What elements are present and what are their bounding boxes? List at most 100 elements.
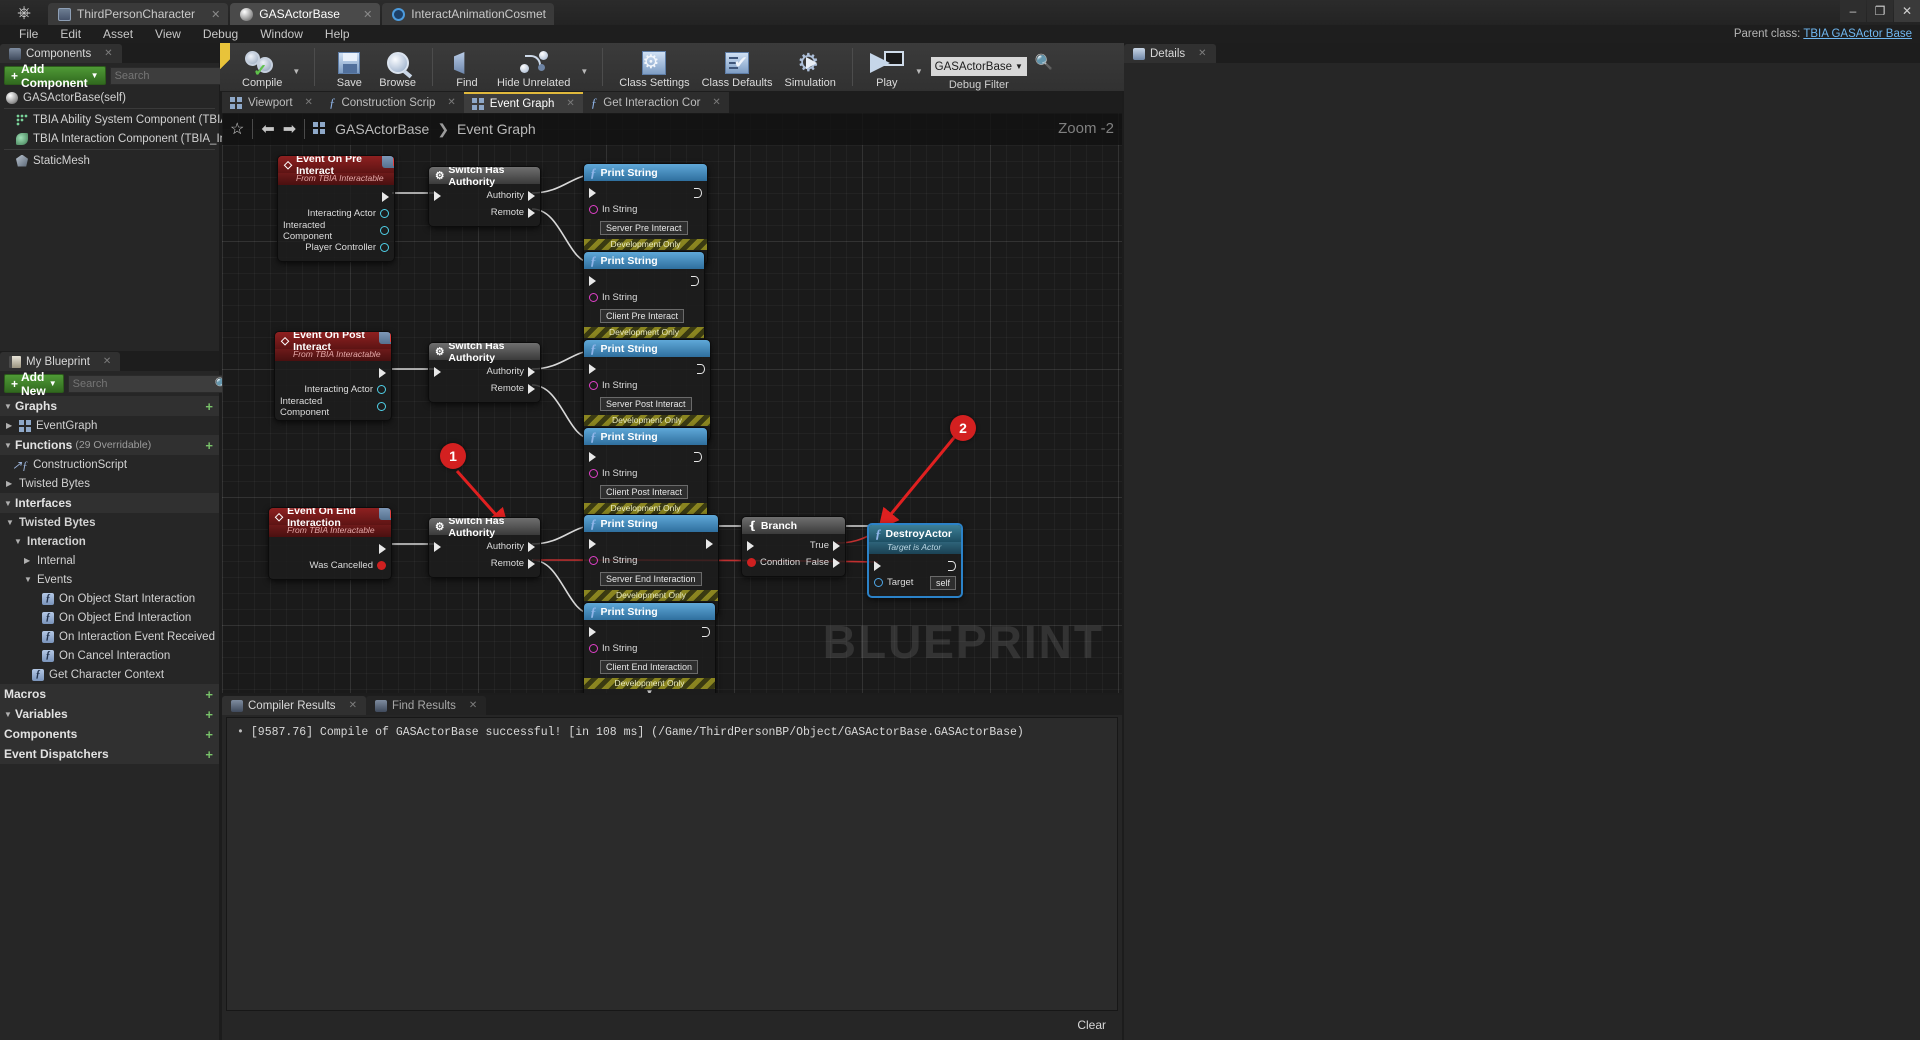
class-settings-button[interactable]: Class Settings — [613, 45, 695, 91]
pin-interacted-component[interactable]: Interacted Component — [278, 220, 394, 242]
section-interfaces[interactable]: ▼ Interfaces — [0, 493, 219, 513]
component-row-ability-system[interactable]: TBIA Ability System Component (TBIA_Ab — [0, 110, 248, 129]
pin-in-string[interactable]: In String — [584, 377, 710, 394]
asset-tab-interact-animation-cosmetic[interactable]: InteractAnimationCosmet — [382, 3, 555, 25]
asset-tab-gas-actor-base[interactable]: GASActorBase ✕ — [230, 3, 381, 25]
exec-in-pin[interactable] — [434, 541, 441, 552]
node-branch[interactable]: ❴ Branch True Condition False — [741, 516, 846, 577]
exec-out-pin[interactable] — [833, 557, 840, 568]
pin-authority[interactable]: Authority — [429, 538, 540, 555]
tab-construction-script[interactable]: ƒ Construction Scrip ✕ — [320, 92, 464, 113]
search-input[interactable] — [72, 377, 215, 390]
chevron-right-icon[interactable]: ▶ — [6, 479, 14, 488]
object-pin-icon[interactable] — [380, 243, 389, 252]
pin-target[interactable]: Target self — [869, 574, 961, 591]
close-icon[interactable]: ✕ — [201, 8, 220, 21]
simulation-button[interactable]: Simulation — [779, 45, 842, 91]
menu-item-asset[interactable]: Asset — [92, 25, 144, 43]
exec-out-pin[interactable] — [528, 366, 535, 377]
node-switch-has-authority-3[interactable]: ⚙ Switch Has Authority Authority Remote — [428, 517, 541, 578]
section-graphs[interactable]: ▼ Graphs + — [0, 396, 219, 416]
close-icon[interactable]: ✕ — [469, 700, 477, 711]
close-icon[interactable]: ✕ — [1198, 48, 1206, 59]
bool-pin-icon[interactable] — [377, 561, 386, 570]
exec-out-pin[interactable] — [691, 275, 699, 286]
object-pin-icon[interactable] — [380, 209, 389, 218]
close-icon[interactable]: ✕ — [447, 97, 455, 108]
exec-row[interactable] — [584, 272, 704, 289]
tab-compiler-results[interactable]: Compiler Results ✕ — [222, 696, 366, 715]
exec-row[interactable] — [584, 448, 707, 465]
pin-condition[interactable]: Condition False — [742, 554, 845, 571]
component-row-static-mesh[interactable]: StaticMesh — [0, 151, 219, 170]
item-twisted-bytes-functions[interactable]: ▶ Twisted Bytes — [0, 474, 219, 493]
pin-remote[interactable]: Remote — [429, 380, 540, 397]
string-pin-icon[interactable] — [589, 644, 598, 653]
tab-components[interactable]: Components ✕ — [0, 44, 122, 63]
node-event-on-pre-interact[interactable]: ◇ Event On Pre Interact From TBIA Intera… — [277, 155, 395, 262]
string-pin-icon[interactable] — [589, 205, 598, 214]
pin-player-controller[interactable]: Player Controller — [278, 239, 394, 256]
in-string-value-field[interactable]: Client Pre Interact — [584, 306, 704, 324]
pin-was-cancelled[interactable]: Was Cancelled — [269, 557, 391, 574]
exec-out-pin[interactable] — [528, 383, 535, 394]
node-print-string-client-pre-interact[interactable]: ƒ Print String In String Client Pre Inte… — [583, 251, 705, 353]
exec-out-pin[interactable] — [948, 560, 956, 571]
node-switch-has-authority-1[interactable]: ⚙ Switch Has Authority Authority Remote — [428, 166, 541, 227]
in-string-value-field[interactable]: Server End Interaction — [584, 569, 718, 587]
event-graph-canvas[interactable]: BLUEPRINT ◇ Event On Pre Interact From T… — [222, 113, 1122, 693]
item-events[interactable]: ▼ Events — [0, 570, 219, 589]
exec-out-pin[interactable] — [528, 190, 535, 201]
exec-in-pin[interactable] — [434, 366, 441, 377]
string-pin-icon[interactable] — [589, 381, 598, 390]
exec-row[interactable] — [584, 623, 715, 640]
close-icon[interactable]: ✕ — [305, 97, 313, 108]
section-event-dispatchers[interactable]: Event Dispatchers + — [0, 744, 219, 764]
node-switch-has-authority-2[interactable]: ⚙ Switch Has Authority Authority Remote — [428, 342, 541, 403]
section-variables[interactable]: ▼ Variables + — [0, 704, 219, 724]
add-macro-button[interactable]: + — [205, 687, 213, 702]
tab-find-results[interactable]: Find Results ✕ — [365, 696, 487, 715]
exec-out-pin[interactable] — [697, 363, 705, 374]
tab-my-blueprint[interactable]: My Blueprint ✕ — [0, 352, 121, 371]
node-print-string-server-end-interaction[interactable]: ƒ Print String In String Server End Inte… — [583, 514, 719, 616]
exec-out-pin[interactable] — [833, 540, 840, 551]
exec-row[interactable] — [869, 557, 961, 574]
maximize-button[interactable]: ❐ — [1867, 0, 1893, 22]
chevron-right-icon[interactable]: ▶ — [6, 421, 14, 430]
minimize-button[interactable]: – — [1840, 0, 1866, 22]
clear-button[interactable]: Clear — [1065, 1016, 1118, 1034]
exec-out-pin[interactable] — [706, 538, 713, 549]
close-icon[interactable]: ✕ — [353, 8, 372, 21]
back-arrow-icon[interactable]: ⬅ — [261, 119, 274, 139]
section-components[interactable]: Components + — [0, 724, 219, 744]
item-on-object-start-interaction[interactable]: ƒ On Object Start Interaction — [0, 589, 219, 608]
object-pin-icon[interactable] — [380, 226, 389, 235]
breadcrumb-root[interactable]: GASActorBase — [335, 121, 429, 137]
chevron-expanded-icon[interactable]: ▼ — [24, 575, 32, 584]
node-print-string-client-end-interaction[interactable]: ƒ Print String In String Client End Inte… — [583, 602, 716, 693]
chevron-right-icon[interactable]: ▶ — [24, 556, 32, 565]
add-variable-button[interactable]: + — [205, 707, 213, 722]
node-print-string-server-post-interact[interactable]: ƒ Print String In String Server Post Int… — [583, 339, 711, 441]
section-macros[interactable]: Macros + — [0, 684, 219, 704]
item-internal[interactable]: ▶ Internal — [0, 551, 219, 570]
expand-node-icon[interactable]: ▼ — [584, 689, 715, 694]
pin-authority[interactable]: Authority — [429, 187, 540, 204]
exec-out-pin[interactable] — [528, 541, 535, 552]
tab-get-interaction-core[interactable]: ƒ Get Interaction Cor ✕ — [582, 92, 729, 113]
asset-tab-third-person-character[interactable]: ThirdPersonCharacter ✕ — [48, 3, 229, 25]
exec-out-pin[interactable] — [694, 451, 702, 462]
string-pin-icon[interactable] — [589, 469, 598, 478]
add-component-section-button[interactable]: + — [205, 727, 213, 742]
add-component-button[interactable]: + Add Component ▼ — [4, 62, 106, 90]
exec-row[interactable] — [584, 360, 710, 377]
pin-in-string[interactable]: In String — [584, 552, 718, 569]
close-icon[interactable]: ✕ — [104, 48, 112, 59]
exec-in-pin[interactable] — [589, 538, 596, 549]
target-value[interactable]: self — [929, 575, 956, 590]
tab-viewport[interactable]: Viewport ✕ — [222, 92, 321, 113]
menu-item-edit[interactable]: Edit — [49, 25, 92, 43]
exec-out-pin[interactable] — [278, 188, 394, 205]
item-event-graph[interactable]: ▶ EventGraph — [0, 416, 219, 435]
